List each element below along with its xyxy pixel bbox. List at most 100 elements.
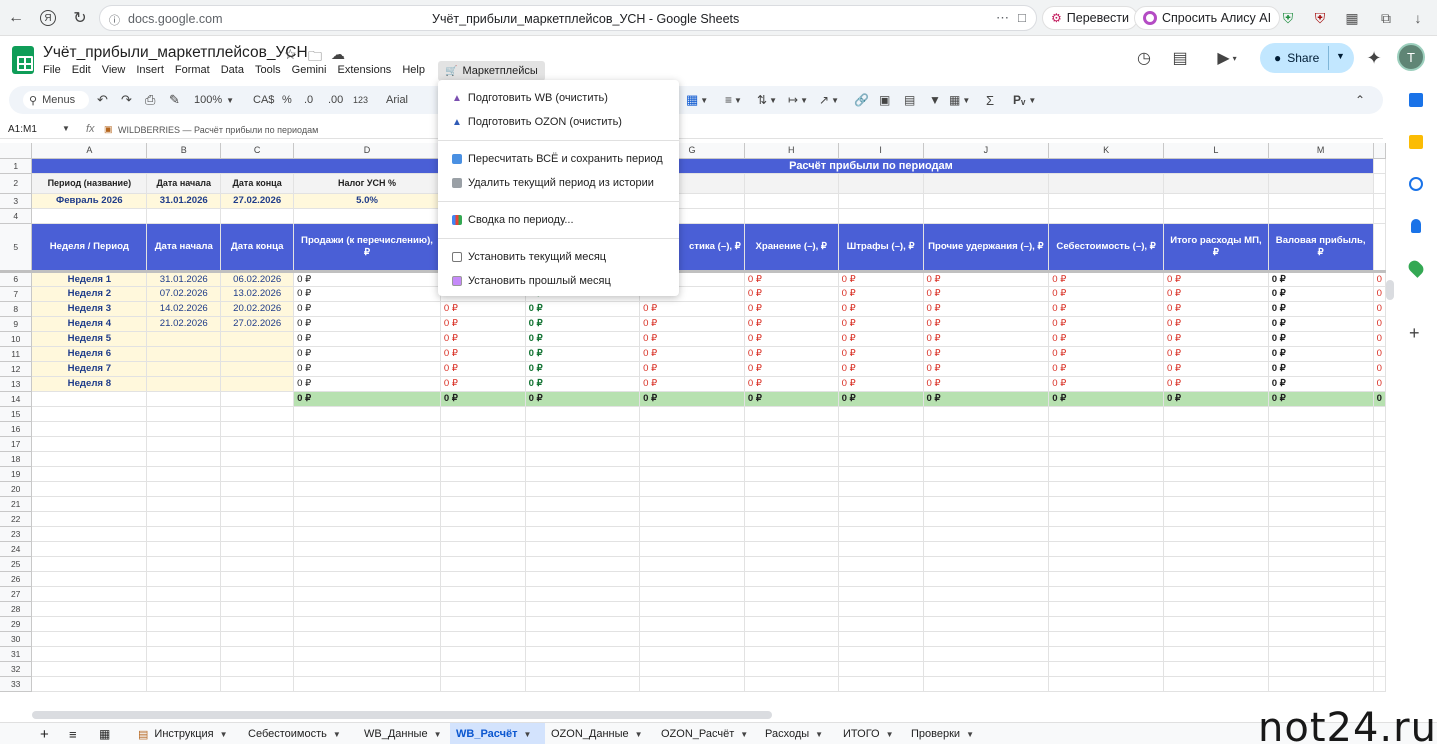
row-header[interactable]: 21 [0,496,33,512]
sheet-tab[interactable]: ИТОГО ▼ [837,723,905,744]
menu-help[interactable]: Help [402,64,425,78]
cell-value[interactable]: 0 ₽ [1048,361,1165,377]
cell-week-start[interactable] [146,361,222,377]
tasks-icon[interactable] [1409,177,1423,191]
cell-value[interactable]: 0 ₽ [293,361,441,377]
cell-value[interactable]: 0 ₽ [1268,376,1374,392]
cell-value[interactable]: 0 ₽ [293,301,441,317]
print-icon[interactable]: ⎙ [145,91,155,109]
name-box[interactable]: A1:M1 [8,124,37,135]
row-header[interactable]: 9 [0,316,33,332]
column-header-l[interactable]: L [1163,143,1269,159]
cell-value[interactable]: 0 ₽ [639,346,745,362]
cell-week-name[interactable]: Неделя 1 [31,271,148,287]
cell-partial[interactable]: 0 [1373,301,1386,317]
decrease-decimal-button[interactable]: .0 [304,91,313,109]
column-header-h[interactable]: H [744,143,839,159]
text-rotation-icon[interactable]: ↗ ▼ [819,91,839,109]
tab-dropdown-icon[interactable]: ▼ [815,730,823,739]
cell-value[interactable]: 0 ₽ [293,376,441,392]
cell-value[interactable]: 0 ₽ [923,361,1050,377]
cell-value[interactable]: 0 ₽ [838,271,924,287]
tab-dropdown-icon[interactable]: ▼ [966,730,974,739]
cell-value[interactable]: 0 ₽ [838,286,924,302]
cell-tax-rate[interactable]: 5.0% [293,193,441,209]
alice-button[interactable]: Спросить Алису AI [1134,6,1281,30]
row-header[interactable]: 26 [0,571,33,587]
cell-total[interactable]: 0 ₽ [1268,391,1374,407]
vertical-scrollbar[interactable] [1386,280,1394,300]
column-header-k[interactable]: K [1048,143,1165,159]
cell-week-end[interactable] [220,331,295,347]
cell-week-end[interactable]: 06.02.2026 [220,271,295,287]
row-header[interactable]: 14 [0,391,33,407]
sheet-tab[interactable]: OZON_Данные ▼ [545,723,655,744]
tab-dropdown-icon[interactable]: ▼ [333,730,341,739]
cell-value[interactable]: 0 ₽ [440,376,526,392]
cell-value[interactable]: 0 ₽ [525,331,641,347]
cell-value[interactable]: 0 ₽ [639,331,745,347]
menu-item-prepare-ozon[interactable]: ▲ Подготовить OZON (очистить) [438,110,679,134]
cell-value[interactable]: 0 ₽ [639,301,745,317]
all-sheets-icon[interactable]: ≡ [63,723,83,744]
menu-item-delete-period[interactable]: Удалить текущий период из истории [438,171,679,195]
cell-week-name[interactable]: Неделя 2 [31,286,148,302]
undo-icon[interactable]: ↶ [97,91,108,109]
increase-decimal-button[interactable]: .00 [328,91,343,109]
text-wrap-icon[interactable]: ↦ ▼ [788,91,808,109]
cell-value[interactable]: 0 ₽ [838,346,924,362]
cell-value[interactable]: 0 ₽ [1268,346,1374,362]
gemini-icon[interactable]: ✦ [1362,47,1386,69]
cell-value[interactable]: 0 ₽ [1048,331,1165,347]
site-info-icon[interactable]: ⓘ [109,12,120,28]
row-header[interactable]: 30 [0,631,33,647]
yandex-icon[interactable]: Я [36,6,60,30]
menu-insert[interactable]: Insert [136,64,164,78]
extensions-icon[interactable]: ▦ [1343,9,1361,27]
row-header[interactable]: 16 [0,421,33,437]
calendar-app-icon[interactable] [1409,93,1423,107]
cell-week-name[interactable]: Неделя 6 [31,346,148,362]
zoom-select[interactable]: 100% ▼ [194,91,234,109]
cell-value[interactable]: 0 ₽ [440,301,526,317]
menu-edit[interactable]: Edit [72,64,91,78]
menu-item-set-current-month[interactable]: Установить текущий месяц [438,245,679,269]
cell-value[interactable]: 0 ₽ [639,316,745,332]
insert-link-icon[interactable]: 🔗 [854,91,869,109]
cell-value[interactable]: 0 ₽ [1163,286,1269,302]
sheet-tab[interactable]: Расходы ▼ [759,723,837,744]
header-start-date[interactable]: Дата начала [146,223,222,273]
formula-content[interactable]: WILDBERRIES — Расчёт прибыли по периодам [118,125,318,135]
cell-total[interactable]: 0 ₽ [293,391,441,407]
column-header-b[interactable]: B [146,143,222,159]
cell-value[interactable]: 0 ₽ [838,361,924,377]
cell-value[interactable]: 0 ₽ [923,316,1050,332]
sheets-logo-icon[interactable] [12,46,34,74]
filter-views-icon[interactable]: ▦ ▼ [949,91,970,109]
cell-week-name[interactable]: Неделя 5 [31,331,148,347]
cell-value[interactable]: 0 ₽ [1163,301,1269,317]
menus-search[interactable]: ⚲ Menus [23,91,89,109]
row-header[interactable]: 2 [0,173,33,194]
cell-value[interactable]: 0 ₽ [1048,346,1165,362]
cell-partial[interactable]: 0 [1373,391,1386,407]
cell-value[interactable]: 0 ₽ [1163,316,1269,332]
menu-view[interactable]: View [102,64,126,78]
tab-dropdown-icon[interactable]: ▼ [886,730,894,739]
cell-partial[interactable]: 0 [1373,376,1386,392]
merge-cells-icon[interactable]: ▦ ▼ [686,91,708,109]
header-gross-profit[interactable]: Валовая прибыль, ₽ [1268,223,1374,273]
cell-partial[interactable]: 0 [1373,271,1386,287]
spreadsheet-grid[interactable]: A B C D E F G H I J K L M 1 Расчёт прибы… [0,143,1386,710]
sheet-tab[interactable]: WB_Данные ▼ [358,723,450,744]
cell-partial[interactable]: 0 [1373,346,1386,362]
star-icon[interactable]: ☆ [284,46,297,63]
reload-icon[interactable]: ↻ [68,6,92,30]
column-header-i[interactable]: I [838,143,924,159]
row-header[interactable]: 24 [0,541,33,557]
row-header[interactable]: 25 [0,556,33,572]
cell-value[interactable]: 0 ₽ [744,316,839,332]
share-button[interactable]: ● Share ▼ [1260,43,1354,73]
menu-gemini[interactable]: Gemini [292,64,327,78]
row-header[interactable]: 12 [0,361,33,377]
